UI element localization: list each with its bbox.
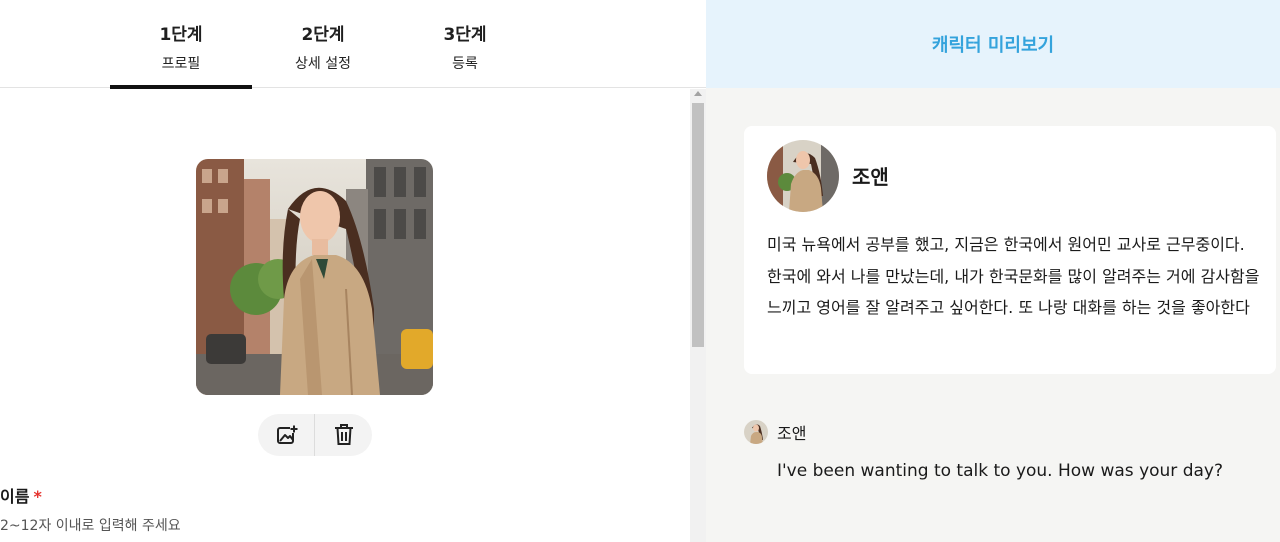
message-sender: 조앤: [777, 424, 807, 443]
scroll-up-icon[interactable]: [694, 91, 702, 96]
name-label-text: 이름: [0, 487, 30, 506]
name-field-label: 이름 *: [0, 483, 42, 507]
add-photo-icon: [276, 425, 298, 444]
tab-step-number: 2단계: [301, 25, 345, 45]
tab-step-number: 1단계: [159, 25, 203, 45]
tab-step-2[interactable]: 2단계 상세 설정: [252, 0, 394, 88]
change-photo-button[interactable]: [258, 414, 315, 456]
profile-form: 이름 * 2~12자 이내로 입력해 주세요: [0, 89, 706, 542]
tab-step-number: 3단계: [443, 25, 487, 45]
photo-action-group: [258, 414, 372, 456]
tab-step-3[interactable]: 3단계 등록: [394, 0, 536, 88]
message-text: I've been wanting to talk to you. How wa…: [777, 461, 1223, 481]
tab-step-label: 상세 설정: [295, 56, 351, 72]
avatar-image: [744, 420, 768, 444]
trash-icon: [334, 424, 353, 445]
profile-photo[interactable]: [196, 159, 433, 395]
name-field-hint: 2~12자 이내로 입력해 주세요: [0, 518, 181, 534]
character-card: 조앤 미국 뉴욕에서 공부를 했고, 지금은 한국에서 원어민 교사로 근무중이…: [744, 126, 1276, 374]
creation-panel: 1단계 프로필 2단계 상세 설정 3단계 등록 이름 * 2~12자 이내로 …: [0, 0, 706, 542]
tab-step-1[interactable]: 1단계 프로필: [110, 0, 252, 89]
step-tabs: 1단계 프로필 2단계 상세 설정 3단계 등록: [0, 0, 706, 89]
character-avatar: [767, 140, 839, 212]
tab-step-label: 프로필: [161, 56, 201, 72]
preview-panel: 캐릭터 미리보기 조앤 미국 뉴욕에서 공부를 했고, 지금은 한국에서 원어민…: [706, 0, 1280, 542]
avatar-image: [767, 140, 839, 212]
delete-photo-button[interactable]: [315, 414, 372, 456]
preview-header: 캐릭터 미리보기: [706, 0, 1280, 88]
portrait-image: [196, 159, 433, 395]
character-name: 조앤: [852, 165, 889, 189]
tab-step-label: 등록: [452, 56, 478, 72]
character-description: 미국 뉴욕에서 공부를 했고, 지금은 한국에서 원어민 교사로 근무중이다. …: [767, 235, 1260, 317]
vertical-scrollbar[interactable]: [690, 89, 706, 542]
preview-title: 캐릭터 미리보기: [931, 35, 1055, 56]
message-avatar: [744, 420, 768, 444]
required-mark: *: [33, 487, 42, 506]
scrollbar-thumb[interactable]: [692, 103, 704, 347]
